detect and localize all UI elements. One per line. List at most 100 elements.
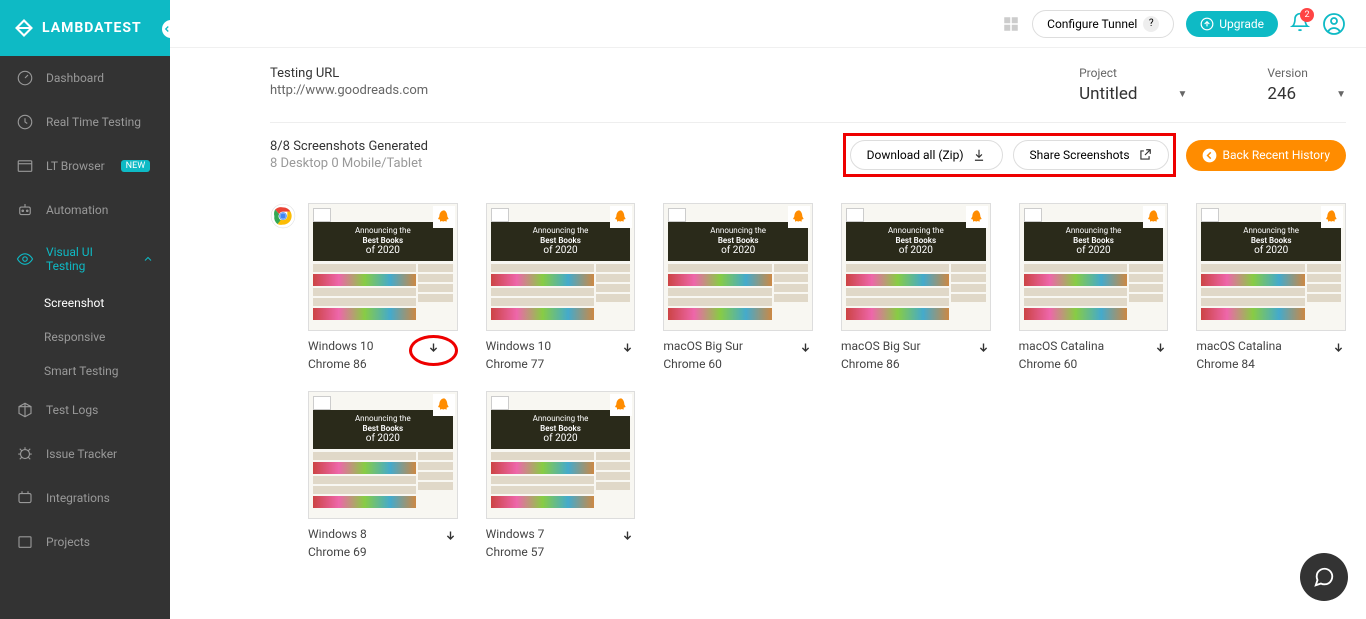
- action-row: 8/8 Screenshots Generated 8 Desktop 0 Mo…: [270, 122, 1346, 185]
- upgrade-button[interactable]: Upgrade: [1186, 11, 1278, 37]
- project-value: Untitled: [1079, 84, 1137, 104]
- arrow-up-circle-icon: [1200, 17, 1214, 31]
- card-os: Windows 10: [308, 337, 373, 355]
- screenshot-card: Announcing theBest Booksof 2020 macOS Bi…: [663, 203, 813, 373]
- rocket-icon: [1143, 206, 1165, 228]
- share-screenshots-button[interactable]: Share Screenshots: [1013, 140, 1169, 170]
- download-screenshot-button[interactable]: [1331, 337, 1346, 360]
- desktop-icon: [491, 396, 509, 410]
- rocket-icon: [1321, 206, 1343, 228]
- card-browser: Chrome 77: [486, 355, 551, 373]
- lambda-icon: [14, 18, 34, 38]
- sidebar-item-ltbrowser[interactable]: LT Browser NEW: [0, 144, 170, 188]
- brand-logo[interactable]: LAMBDATEST: [0, 0, 170, 56]
- sidebar-item-automation[interactable]: Automation: [0, 188, 170, 232]
- download-screenshot-button[interactable]: [1153, 337, 1168, 360]
- browser-icon: [16, 157, 34, 175]
- caret-down-icon: ▼: [1336, 89, 1346, 100]
- card-meta: macOS Big Sur Chrome 60: [663, 337, 743, 373]
- sidebar-item-label: Automation: [46, 203, 108, 217]
- sidebar-item-dashboard[interactable]: Dashboard: [0, 56, 170, 100]
- desktop-icon: [846, 208, 864, 222]
- caret-down-icon: ▼: [1178, 89, 1188, 100]
- version-selector[interactable]: Version 246▼: [1267, 66, 1346, 104]
- card-os: macOS Catalina: [1196, 337, 1281, 355]
- download-screenshot-button[interactable]: [620, 525, 635, 548]
- sidebar-item-projects[interactable]: Projects: [0, 520, 170, 564]
- sidebar-item-integrations[interactable]: Integrations: [0, 476, 170, 520]
- url-label: Testing URL: [270, 66, 428, 81]
- card-meta: macOS Big Sur Chrome 86: [841, 337, 921, 373]
- configure-tunnel-button[interactable]: Configure Tunnel ?: [1032, 10, 1174, 38]
- sidebar-item-issue[interactable]: Issue Tracker: [0, 432, 170, 476]
- download-screenshot-button[interactable]: [798, 337, 813, 360]
- chevron-left-icon: [162, 24, 172, 34]
- sidebar-item-label: Issue Tracker: [46, 447, 117, 461]
- desktop-icon: [313, 396, 331, 410]
- main-content: Configure Tunnel ? Upgrade 2 Testing URL…: [170, 0, 1366, 619]
- screenshot-thumbnail[interactable]: Announcing theBest Booksof 2020: [308, 203, 458, 331]
- sidebar-subitem-smart[interactable]: Smart Testing: [0, 354, 170, 388]
- testing-url-block: Testing URL http://www.goodreads.com: [270, 66, 428, 104]
- download-icon: [443, 529, 458, 544]
- button-label: Upgrade: [1219, 17, 1264, 31]
- card-meta: Windows 7 Chrome 57: [486, 525, 545, 561]
- share-icon: [1138, 148, 1152, 162]
- project-selector[interactable]: Project Untitled▼: [1079, 66, 1187, 104]
- screenshot-thumbnail[interactable]: Announcing theBest Booksof 2020: [1019, 203, 1169, 331]
- user-avatar-button[interactable]: [1322, 12, 1346, 36]
- gauge-icon: [16, 69, 34, 87]
- back-recent-history-button[interactable]: Back Recent History: [1186, 140, 1346, 171]
- screenshot-thumbnail[interactable]: Announcing theBest Booksof 2020: [486, 391, 636, 519]
- sidebar-item-label: Integrations: [46, 491, 110, 505]
- rocket-icon: [433, 394, 455, 416]
- download-screenshot-button[interactable]: [443, 525, 458, 548]
- download-screenshot-button[interactable]: [409, 337, 458, 360]
- grid-icon[interactable]: [1002, 15, 1020, 33]
- screenshot-thumbnail[interactable]: Announcing theBest Booksof 2020: [841, 203, 991, 331]
- button-label: Download all (Zip): [867, 148, 964, 162]
- screenshot-thumbnail[interactable]: Announcing theBest Booksof 2020: [1196, 203, 1346, 331]
- notifications-button[interactable]: 2: [1290, 12, 1310, 36]
- chat-support-button[interactable]: [1300, 553, 1348, 601]
- card-os: Windows 8: [308, 525, 367, 543]
- card-footer: macOS Catalina Chrome 60: [1019, 337, 1169, 373]
- bug-icon: [16, 445, 34, 463]
- sidebar-item-label: Real Time Testing: [46, 115, 141, 129]
- screenshot-card: Announcing theBest Booksof 2020 macOS Ca…: [1019, 203, 1169, 373]
- screenshot-card: Announcing theBest Booksof 2020 Windows …: [486, 391, 636, 561]
- sidebar-subitem-responsive[interactable]: Responsive: [0, 320, 170, 354]
- version-label: Version: [1267, 66, 1346, 80]
- rocket-icon: [610, 394, 632, 416]
- brand-text: LAMBDATEST: [42, 20, 142, 36]
- download-screenshot-button[interactable]: [620, 337, 635, 360]
- header-row: Testing URL http://www.goodreads.com Pro…: [270, 66, 1346, 104]
- download-icon: [1331, 341, 1346, 356]
- card-browser: Chrome 60: [663, 355, 743, 373]
- card-footer: macOS Big Sur Chrome 60: [663, 337, 813, 373]
- screenshot-thumbnail[interactable]: Announcing theBest Booksof 2020: [308, 391, 458, 519]
- card-meta: macOS Catalina Chrome 60: [1019, 337, 1104, 373]
- card-os: macOS Big Sur: [663, 337, 743, 355]
- card-footer: Windows 10 Chrome 86: [308, 337, 458, 373]
- sidebar-item-realtime[interactable]: Real Time Testing: [0, 100, 170, 144]
- card-browser: Chrome 84: [1196, 355, 1281, 373]
- rocket-icon: [610, 206, 632, 228]
- sidebar-item-testlogs[interactable]: Test Logs: [0, 388, 170, 432]
- sidebar-item-visual[interactable]: Visual UI Testing: [0, 232, 170, 286]
- download-icon: [976, 341, 991, 356]
- card-browser: Chrome 86: [841, 355, 921, 373]
- button-label: Back Recent History: [1223, 148, 1330, 162]
- notification-count: 2: [1300, 8, 1314, 22]
- sidebar-subitem-screenshot[interactable]: Screenshot: [0, 286, 170, 320]
- action-buttons: Download all (Zip) Share Screenshots Bac…: [843, 133, 1346, 177]
- download-all-button[interactable]: Download all (Zip): [850, 140, 1003, 170]
- content-area: Testing URL http://www.goodreads.com Pro…: [170, 48, 1366, 579]
- card-footer: Windows 7 Chrome 57: [486, 525, 636, 561]
- card-os: Windows 10: [486, 337, 551, 355]
- screenshot-thumbnail[interactable]: Announcing theBest Booksof 2020: [663, 203, 813, 331]
- sidebar-collapse-button[interactable]: [162, 20, 180, 38]
- download-screenshot-button[interactable]: [976, 337, 991, 360]
- screenshot-thumbnail[interactable]: Announcing theBest Booksof 2020: [486, 203, 636, 331]
- download-icon: [620, 529, 635, 544]
